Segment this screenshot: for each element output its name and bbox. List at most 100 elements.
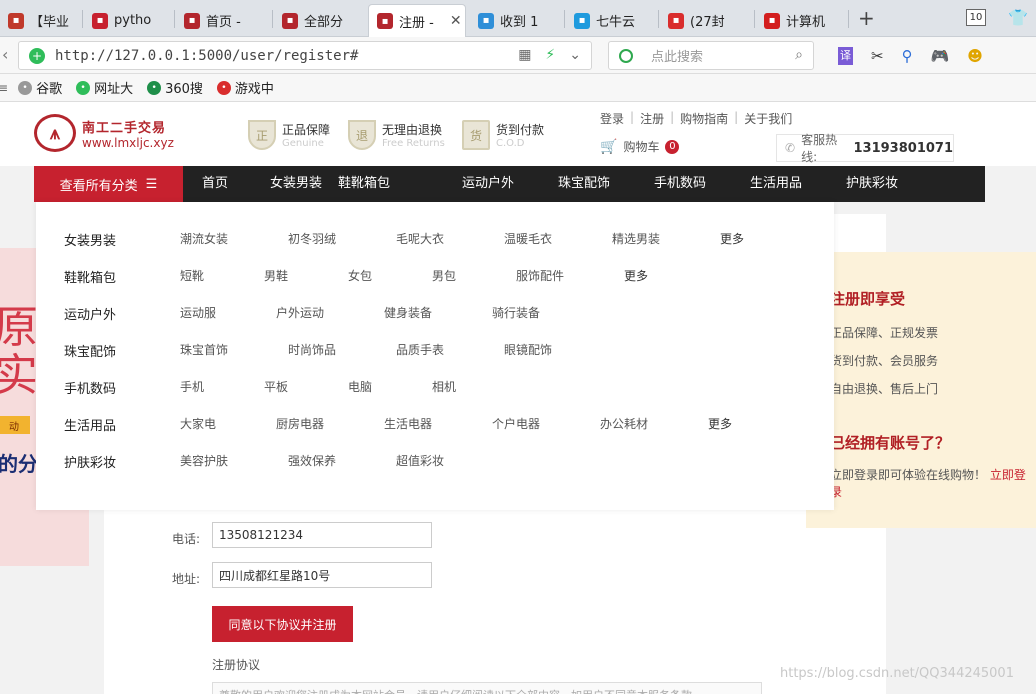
bookmark-4[interactable]: • 游戏中 bbox=[216, 78, 274, 97]
tab-4[interactable]: ▪ 全部分 bbox=[274, 4, 364, 37]
category-name[interactable]: 鞋靴箱包 bbox=[64, 267, 116, 286]
tab-count-badge[interactable]: 10 bbox=[966, 9, 986, 26]
search-placeholder[interactable]: 点此搜索 bbox=[651, 46, 703, 65]
top-link[interactable]: 购物指南 bbox=[680, 110, 728, 127]
top-link[interactable]: 关于我们 bbox=[744, 110, 792, 127]
bookmark-2[interactable]: • 网址大 bbox=[76, 78, 133, 97]
subcategory-link[interactable]: 户外运动 bbox=[276, 304, 324, 321]
subcategory-link[interactable]: 时尚饰品 bbox=[288, 341, 336, 358]
bookmark-3[interactable]: • 360搜 bbox=[147, 78, 203, 97]
search-engine-logo-icon[interactable] bbox=[619, 48, 633, 63]
subcategory-link[interactable]: 超值彩妆 bbox=[396, 452, 444, 469]
hotline-box: ✆ 客服热线: 13193801071 bbox=[776, 133, 954, 164]
subcategory-link[interactable]: 更多 bbox=[624, 267, 648, 284]
tab-7[interactable]: ▪ 七牛云 bbox=[566, 4, 656, 37]
subcategory-link[interactable]: 办公耗材 bbox=[600, 415, 648, 432]
subcategory-link[interactable]: 精选男装 bbox=[612, 230, 660, 247]
subcategory-link[interactable]: 毛呢大衣 bbox=[396, 230, 444, 247]
search-icon[interactable]: ⌕ bbox=[795, 47, 803, 63]
game-controller-icon[interactable]: 🎮 bbox=[931, 47, 950, 65]
category-name[interactable]: 手机数码 bbox=[64, 378, 116, 397]
subcategory-link[interactable]: 平板 bbox=[264, 378, 288, 395]
tab-label: 全部分 bbox=[304, 15, 344, 30]
register-submit-button[interactable]: 同意以下协议并注册 bbox=[212, 606, 353, 642]
subcategory-link[interactable]: 更多 bbox=[708, 415, 732, 432]
phone-icon: ✆ bbox=[785, 141, 796, 155]
subcategory-link[interactable]: 相机 bbox=[432, 378, 456, 395]
subcategory-link[interactable]: 厨房电器 bbox=[276, 415, 324, 432]
subcategory-link[interactable]: 电脑 bbox=[348, 378, 372, 395]
subcategory-link[interactable]: 骑行装备 bbox=[492, 304, 540, 321]
top-link[interactable]: 注册 bbox=[640, 110, 664, 127]
subcategory-link[interactable]: 眼镜配饰 bbox=[504, 341, 552, 358]
tab-3[interactable]: ▪ 首页 - bbox=[176, 4, 270, 37]
url-text[interactable]: http://127.0.0.1:5000/user/register# bbox=[55, 48, 358, 64]
subcategory-link[interactable]: 大家电 bbox=[180, 415, 216, 432]
subcategory-link[interactable]: 女包 bbox=[348, 267, 372, 284]
translate-icon[interactable]: 译 bbox=[838, 47, 853, 65]
nav-item-1[interactable]: 首页 bbox=[202, 166, 228, 202]
skin-icon[interactable]: 👕 bbox=[1008, 8, 1028, 27]
all-categories-button[interactable]: 查看所有分类 ☰ bbox=[34, 166, 183, 202]
subcategory-link[interactable]: 生活电器 bbox=[384, 415, 432, 432]
have-account-title: 已经拥有账号了？ bbox=[830, 434, 951, 452]
category-name[interactable]: 生活用品 bbox=[64, 415, 116, 434]
subcategory-link[interactable]: 个户电器 bbox=[492, 415, 540, 432]
category-name[interactable]: 珠宝配饰 bbox=[64, 341, 116, 360]
nav-item-4[interactable]: 运动户外 bbox=[462, 166, 514, 202]
url-box[interactable]: + http://127.0.0.1:5000/user/register# ▦… bbox=[18, 41, 592, 70]
top-link[interactable]: 登录 bbox=[600, 110, 624, 127]
scissors-icon[interactable]: ✂ bbox=[871, 47, 884, 65]
dropdown-chevron-icon[interactable]: ⌄ bbox=[569, 47, 581, 63]
site-logo[interactable]: ⩚ 南工二手交易 www.lmxljc.xyz bbox=[34, 114, 174, 152]
bookmarks-overflow-icon[interactable]: ≡ bbox=[0, 81, 8, 95]
category-name[interactable]: 运动户外 bbox=[64, 304, 116, 323]
back-arrow-icon[interactable]: ‹ bbox=[2, 45, 8, 64]
category-name[interactable]: 女装男装 bbox=[64, 230, 116, 249]
nav-item-7[interactable]: 生活用品 bbox=[750, 166, 802, 202]
agreement-textarea[interactable]: 尊敬的用户欢迎您注册成为本网站会员。请用户仔细阅读以下全部内容。如用户不同意本服… bbox=[212, 682, 762, 694]
new-tab-button[interactable]: + bbox=[858, 6, 875, 30]
subcategory-link[interactable]: 运动服 bbox=[180, 304, 216, 321]
logo-emblem-icon: ⩚ bbox=[34, 114, 76, 152]
cart-link[interactable]: 🛒 购物车 0 bbox=[600, 138, 680, 155]
subcategory-link[interactable]: 更多 bbox=[720, 230, 744, 247]
qr-code-icon[interactable]: ▦ bbox=[518, 47, 531, 63]
cart-icon: 🛒 bbox=[600, 138, 618, 155]
subcategory-link[interactable]: 服饰配件 bbox=[516, 267, 564, 284]
tab-6[interactable]: ▪ 收到 1 bbox=[470, 4, 562, 37]
subcategory-link[interactable]: 强效保养 bbox=[288, 452, 336, 469]
360-search-icon: • bbox=[147, 80, 162, 95]
nav-item-3[interactable]: 鞋靴箱包 bbox=[338, 166, 390, 202]
subcategory-link[interactable]: 美容护肤 bbox=[180, 452, 228, 469]
magnifier-icon[interactable]: ⚲ bbox=[902, 47, 913, 65]
speed-mode-icon[interactable]: ⚡ bbox=[545, 47, 555, 63]
search-box[interactable]: 点此搜索 ⌕ bbox=[608, 41, 814, 70]
subcategory-link[interactable]: 初冬羽绒 bbox=[288, 230, 336, 247]
subcategory-link[interactable]: 品质手表 bbox=[396, 341, 444, 358]
category-name[interactable]: 护肤彩妆 bbox=[64, 452, 116, 471]
nav-item-8[interactable]: 护肤彩妆 bbox=[846, 166, 898, 202]
feature-genuine: 正 正品保障 Genuine bbox=[248, 120, 330, 150]
tab-2[interactable]: ▪ pytho bbox=[84, 4, 172, 37]
tab-8[interactable]: ▪ (27封 bbox=[660, 4, 752, 37]
phone-input[interactable] bbox=[212, 522, 432, 548]
subcategory-link[interactable]: 潮流女装 bbox=[180, 230, 228, 247]
bookmark-1[interactable]: • 谷歌 bbox=[18, 78, 62, 97]
tab-1[interactable]: ▪ 【毕业 bbox=[0, 4, 80, 37]
subcategory-link[interactable]: 男包 bbox=[432, 267, 456, 284]
tab-5[interactable]: ▪ 注册 - ✕ bbox=[368, 4, 466, 37]
subcategory-link[interactable]: 珠宝首饰 bbox=[180, 341, 228, 358]
address-input[interactable] bbox=[212, 562, 432, 588]
subcategory-link[interactable]: 温暖毛衣 bbox=[504, 230, 552, 247]
subcategory-link[interactable]: 健身装备 bbox=[384, 304, 432, 321]
extension-icon[interactable]: ☻ bbox=[967, 47, 983, 65]
nav-item-6[interactable]: 手机数码 bbox=[654, 166, 706, 202]
subcategory-link[interactable]: 男鞋 bbox=[264, 267, 288, 284]
nav-item-5[interactable]: 珠宝配饰 bbox=[558, 166, 610, 202]
subcategory-link[interactable]: 短靴 bbox=[180, 267, 204, 284]
tab-9[interactable]: ▪ 计算机 bbox=[756, 4, 846, 37]
nav-item-2[interactable]: 女装男装 bbox=[270, 166, 322, 202]
subcategory-link[interactable]: 手机 bbox=[180, 378, 204, 395]
close-tab-icon[interactable]: ✕ bbox=[450, 13, 462, 29]
